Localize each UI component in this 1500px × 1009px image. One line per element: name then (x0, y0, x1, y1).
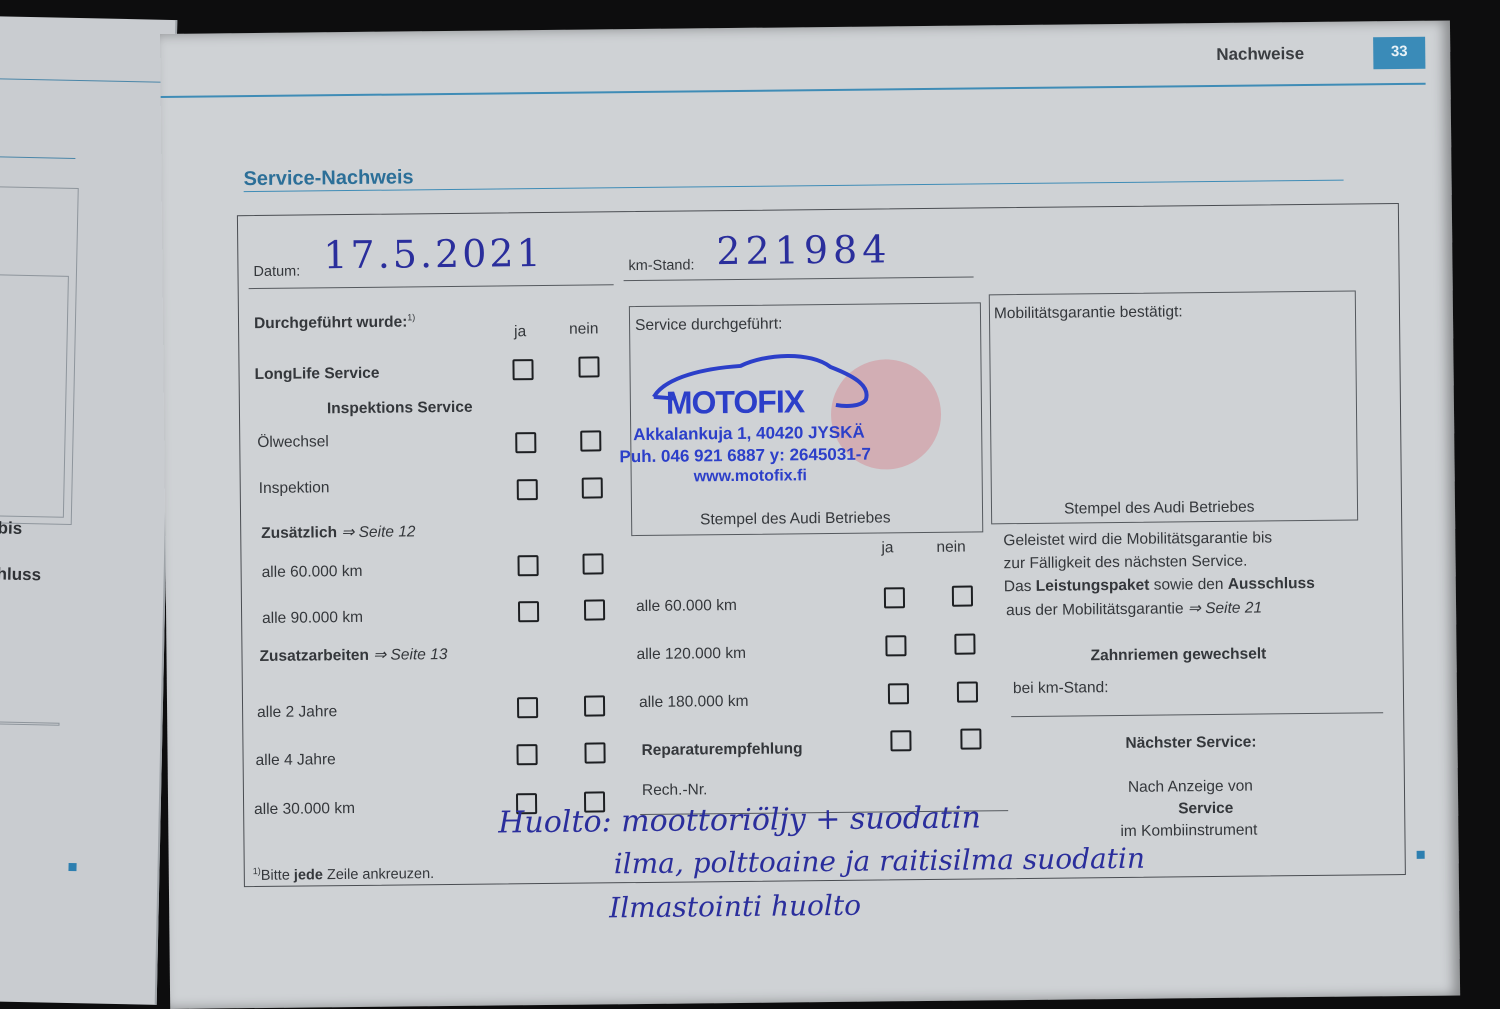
reparatur-label: Reparaturempfehlung (641, 740, 803, 759)
alle-60-ja-checkbox[interactable] (517, 555, 539, 577)
date-value: 17.5.2021 (323, 230, 544, 278)
row-oelwechsel-label: Ölwechsel (257, 433, 329, 452)
mid-alle-60-ja-checkbox[interactable] (883, 587, 906, 609)
row-alle-30-label: alle 30.000 km (254, 800, 356, 819)
inspektions-heading: Inspektions Service (326, 398, 473, 418)
alle-60-nein-checkbox[interactable] (582, 553, 604, 575)
col-ja: ja (514, 323, 527, 341)
mobility-stamp-box: Mobilitätsgarantie bestätigt: Stempel de… (988, 290, 1359, 525)
inspektion-nein-checkbox[interactable] (581, 477, 603, 499)
mid-alle-180-nein-checkbox[interactable] (956, 681, 979, 703)
date-underline (248, 284, 614, 290)
stamp-phone: Puh. 046 921 6887 y: 2645031-7 (619, 444, 871, 467)
performed-label: Durchgeführt wurde:1) (253, 312, 416, 333)
reparatur-ja-checkbox[interactable] (890, 730, 912, 752)
mid-col-nein: nein (936, 538, 966, 556)
mid-row-alle-60-label: alle 60.000 km (635, 596, 737, 616)
next-service-line-2: Service (1178, 799, 1234, 818)
stamp-company: MOTOFIX (665, 383, 805, 421)
bei-km-label: bei km-Stand: (1012, 679, 1109, 698)
mid-alle-120-ja-checkbox[interactable] (885, 635, 907, 657)
left-page-rule (0, 156, 76, 159)
header-rule (160, 82, 1426, 98)
km-label: km-Stand: (628, 257, 695, 275)
mid-row-alle-120-label: alle 120.000 km (636, 644, 747, 664)
alle-2-jahre-ja-checkbox[interactable] (516, 697, 539, 719)
km-underline (623, 276, 974, 282)
alle-4-jahre-nein-checkbox[interactable] (584, 742, 606, 764)
row-longlife-label: LongLife Service (254, 364, 380, 384)
service-done-label: Service durchgeführt: (634, 315, 783, 335)
reparatur-nein-checkbox[interactable] (960, 728, 982, 750)
left-page-rule (0, 720, 60, 726)
row-inspektion-label: Inspektion (258, 479, 330, 497)
mobility-label: Mobilitätsgarantie bestätigt: (993, 303, 1183, 323)
mobility-text-line-2: zur Fälligkeit des nächsten Service. (1003, 552, 1248, 573)
mid-alle-60-nein-checkbox[interactable] (951, 585, 974, 607)
mid-alle-120-nein-checkbox[interactable] (954, 633, 976, 655)
date-label: Datum: (253, 263, 301, 281)
zusatzarbeiten-heading: Zusatzarbeiten ⇒ Seite 13 (259, 646, 448, 665)
oelwechsel-ja-checkbox[interactable] (515, 432, 537, 454)
handwritten-note-line-1: Huolto: moottoriöljy + suodatin (498, 800, 981, 841)
zahnriemen-heading: Zahnriemen gewechselt (1090, 645, 1267, 665)
service-stamp-caption: Stempel des Audi Betriebes (700, 509, 891, 529)
alle-90-nein-checkbox[interactable] (583, 599, 606, 621)
rech-nr-label: Rech.-Nr. (641, 781, 708, 799)
inspektion-ja-checkbox[interactable] (516, 479, 538, 501)
end-marker (68, 862, 77, 872)
stamp-web: www.motofix.fi (693, 467, 807, 486)
row-alle-4-jahre-label: alle 4 Jahre (255, 751, 336, 770)
mobility-text-line-1: Geleistet wird die Mobilitätsgarantie bi… (1003, 529, 1273, 550)
zusaetzlich-heading: Zusätzlich ⇒ Seite 12 (261, 523, 416, 542)
mid-col-ja: ja (881, 539, 894, 557)
left-page-rule (0, 78, 164, 83)
mid-row-alle-180-label: alle 180.000 km (638, 692, 749, 712)
stamp-address: Akkalankuja 1, 40420 JYSKÄ (633, 422, 865, 445)
mobility-text-line-3: Das Leistungspaket sowie den Ausschluss (1003, 574, 1315, 596)
row-alle-60-label: alle 60.000 km (261, 562, 363, 581)
service-form: Datum: 17.5.2021 km-Stand: 221984 Durchg… (236, 203, 1406, 888)
mobility-stamp-caption: Stempel des Audi Betriebes (1063, 498, 1255, 518)
left-page-fragment: hluss (0, 564, 42, 585)
right-page: Nachweise 33 Service-Nachweis Datum: 17.… (160, 20, 1461, 1009)
service-stamp-box: Service durchgeführt: MOTOFIX Akkalankuj… (619, 302, 984, 537)
page-title: Service-Nachweis (243, 166, 414, 191)
handwritten-note-line-3: Ilmastointi huolto (609, 888, 862, 925)
alle-4-jahre-ja-checkbox[interactable] (516, 744, 538, 766)
left-page: bis hluss (0, 16, 178, 1005)
alle-2-jahre-nein-checkbox[interactable] (583, 695, 606, 717)
end-marker (1416, 850, 1425, 859)
section-title: Nachweise (1216, 44, 1305, 64)
next-service-heading: Nächster Service: (1125, 733, 1257, 752)
left-page-fragment: bis (0, 518, 23, 538)
row-alle-2-jahre-label: alle 2 Jahre (257, 703, 338, 722)
longlife-nein-checkbox[interactable] (578, 356, 600, 378)
footnote: 1)Bitte jede Zeile ankreuzen. (252, 865, 435, 884)
longlife-ja-checkbox[interactable] (512, 359, 534, 381)
col-nein: nein (569, 320, 599, 338)
km-value: 221984 (716, 227, 892, 274)
mid-alle-180-ja-checkbox[interactable] (887, 683, 910, 705)
next-service-line-1: Nach Anzeige von (1127, 777, 1253, 796)
page-number: 33 (1373, 36, 1426, 70)
bei-km-underline (1011, 712, 1384, 718)
alle-90-ja-checkbox[interactable] (517, 601, 540, 623)
oelwechsel-nein-checkbox[interactable] (580, 430, 602, 452)
handwritten-note-line-2: ilma, polttoaine ja raitisilma suodatin (613, 841, 1146, 881)
next-service-line-3: im Kombiinstrument (1120, 821, 1258, 840)
row-alle-90-label: alle 90.000 km (262, 608, 364, 627)
mobility-text-line-4: aus der Mobilitätsgarantie ⇒ Seite 21 (1005, 599, 1263, 620)
left-page-frame (0, 274, 69, 518)
